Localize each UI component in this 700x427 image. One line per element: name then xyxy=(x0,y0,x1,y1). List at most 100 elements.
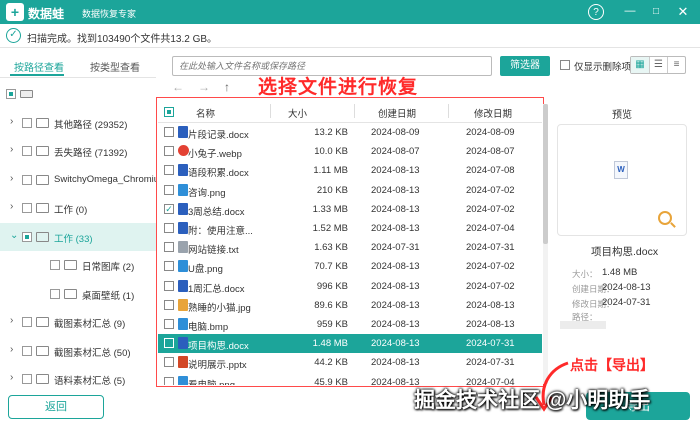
tree-checkbox[interactable] xyxy=(50,288,60,299)
file-row[interactable]: 电脑.bmp 959 KB 2024-08-13 2024-08-13 xyxy=(158,315,542,334)
file-name: 说明展示.pptx xyxy=(188,360,247,372)
chevron-down-icon[interactable]: ⌄ xyxy=(10,230,18,241)
file-row[interactable]: 1周汇总.docx 996 KB 2024-08-13 2024-07-02 xyxy=(158,277,542,296)
folder-icon xyxy=(64,260,77,270)
file-row[interactable]: 网站链接.txt 1.63 KB 2024-07-31 2024-07-31 xyxy=(158,238,542,257)
up-arrow-icon[interactable]: ↑ xyxy=(224,80,230,94)
detail-view-icon[interactable]: ≡ xyxy=(667,57,685,73)
file-row[interactable]: 项目构思.docx 1.48 MB 2024-08-13 2024-07-31 xyxy=(158,334,542,354)
zoom-icon[interactable] xyxy=(658,211,672,225)
file-name: 片段记录.docx xyxy=(188,130,249,141)
tree-item[interactable]: › 截图素材汇总 (50) xyxy=(0,337,156,365)
file-row[interactable]: 咨询.png 210 KB 2024-08-13 2024-07-02 xyxy=(158,181,542,200)
tree-item[interactable]: 桌面壁纸 (1) xyxy=(0,280,156,308)
tree-checkbox[interactable] xyxy=(22,345,32,356)
tree-item[interactable]: › 工作 (0) xyxy=(0,194,156,222)
tree-checkbox[interactable] xyxy=(22,174,32,185)
file-created-date: 2024-08-13 xyxy=(371,357,420,369)
file-modified-date: 2024-07-08 xyxy=(466,165,515,177)
file-row[interactable]: 语段积累.docx 1.11 MB 2024-08-13 2024-07-08 xyxy=(158,161,542,180)
tree-item-label: 其他路径 (29352) xyxy=(54,119,128,131)
select-all-checkbox[interactable] xyxy=(164,107,174,117)
filter-button[interactable]: 筛选器 xyxy=(500,56,550,76)
column-created[interactable]: 创建日期 xyxy=(378,106,416,120)
tree-item[interactable]: › 其他路径 (29352) xyxy=(0,109,156,137)
close-icon[interactable]: ✕ xyxy=(675,4,691,20)
tree-checkbox[interactable] xyxy=(22,203,32,213)
file-name: 附：使用注意... xyxy=(188,226,253,237)
file-name: 咨询.png xyxy=(188,187,226,199)
chevron-right-icon[interactable]: › xyxy=(10,144,13,155)
file-checkbox[interactable] xyxy=(164,376,174,385)
column-modified[interactable]: 修改日期 xyxy=(474,106,512,120)
grid-view-icon[interactable]: ▦ xyxy=(631,57,649,73)
tree-item-label: 工作 (0) xyxy=(54,205,88,216)
file-row[interactable]: U盘.png 70.7 KB 2024-08-13 2024-07-02 xyxy=(158,257,542,276)
file-checkbox[interactable] xyxy=(164,338,174,349)
tab-type-view[interactable]: 按类型查看 xyxy=(90,59,140,74)
file-checkbox[interactable]: ✓ xyxy=(164,203,174,214)
tree-item[interactable]: ⌄ 工作 (33) xyxy=(0,222,156,251)
tree-checkbox[interactable] xyxy=(22,374,32,384)
tree-checkbox[interactable] xyxy=(22,317,32,327)
file-checkbox[interactable] xyxy=(164,223,174,233)
tree-checkbox[interactable] xyxy=(50,260,60,270)
back-arrow-icon[interactable]: ← xyxy=(172,80,184,94)
chevron-right-icon[interactable]: › xyxy=(10,372,13,383)
file-row[interactable]: 附：使用注意... 1.52 MB 2024-08-13 2024-07-04 xyxy=(158,219,542,238)
file-created-date: 2024-08-13 xyxy=(371,280,420,292)
file-checkbox[interactable] xyxy=(164,146,174,157)
tree-checkbox[interactable] xyxy=(22,117,32,128)
show-deleted-checkbox[interactable] xyxy=(560,60,570,70)
chevron-right-icon[interactable]: › xyxy=(10,173,13,184)
tree-item[interactable]: 日常图库 (2) xyxy=(0,251,156,279)
tree-item[interactable]: › 语料素材汇总 (5) xyxy=(0,365,156,388)
back-button[interactable]: 返回 xyxy=(8,395,104,419)
maximize-icon[interactable]: □ xyxy=(648,4,664,20)
file-checkbox[interactable] xyxy=(164,184,174,195)
word-doc-icon xyxy=(178,279,188,292)
tree-item[interactable] xyxy=(0,80,156,108)
minimize-icon[interactable]: — xyxy=(622,4,638,20)
file-checkbox[interactable] xyxy=(164,261,174,272)
tree-checkbox[interactable] xyxy=(6,89,16,99)
file-size: 1.52 MB xyxy=(312,223,348,234)
active-tab-indicator xyxy=(10,74,64,76)
scrollbar-thumb[interactable] xyxy=(543,104,548,244)
chevron-right-icon[interactable]: › xyxy=(10,344,13,355)
file-checkbox[interactable] xyxy=(164,319,174,329)
chevron-right-icon[interactable]: › xyxy=(10,201,13,212)
column-size[interactable]: 大小 xyxy=(288,106,307,120)
file-row[interactable]: ✓ 3周总结.docx 1.33 MB 2024-08-13 2024-07-02 xyxy=(158,200,542,219)
file-toolbar: 筛选器 仅显示删除项 ▦ ☰ ≡ xyxy=(160,52,700,80)
file-modified-date: 2024-08-13 xyxy=(466,299,515,311)
file-row[interactable]: 小兔子.webp 10.0 KB 2024-08-07 2024-08-07 xyxy=(158,142,542,161)
chevron-right-icon[interactable]: › xyxy=(10,315,13,326)
chevron-right-icon[interactable]: › xyxy=(10,116,13,127)
forward-arrow-icon[interactable]: → xyxy=(198,80,210,94)
file-checkbox[interactable] xyxy=(164,280,174,291)
tree-item[interactable]: › 丢失路径 (71392) xyxy=(0,137,156,165)
file-created-date: 2024-08-13 xyxy=(371,165,420,177)
file-row[interactable]: 熟睡的小猫.jpg 89.6 KB 2024-08-13 2024-08-13 xyxy=(158,296,542,315)
file-checkbox[interactable] xyxy=(164,242,174,253)
jpg-file-icon xyxy=(178,298,188,311)
file-checkbox[interactable] xyxy=(164,299,174,310)
file-checkbox[interactable] xyxy=(164,165,174,176)
preview-modified-value: 2024-07-31 xyxy=(602,297,651,308)
file-checkbox[interactable] xyxy=(164,357,174,368)
tree-checkbox[interactable] xyxy=(22,231,32,242)
tree-item[interactable]: › SwitchyOmega_Chromium xyxy=(0,166,156,194)
column-name[interactable]: 名称 xyxy=(196,106,215,120)
file-list-scrollbar[interactable] xyxy=(543,104,548,384)
file-row[interactable]: 说明展示.pptx 44.2 KB 2024-08-13 2024-07-31 xyxy=(158,353,542,372)
list-view-icon[interactable]: ☰ xyxy=(649,57,667,73)
file-row[interactable]: 片段记录.docx 13.2 KB 2024-08-09 2024-08-09 xyxy=(158,123,542,142)
text-file-icon xyxy=(178,241,188,254)
tree-checkbox[interactable] xyxy=(22,146,32,156)
tree-item[interactable]: › 截图素材汇总 (9) xyxy=(0,308,156,336)
tab-path-view[interactable]: 按路径查看 xyxy=(14,59,64,74)
file-list-header: 名称 大小 创建日期 修改日期 xyxy=(158,101,542,123)
help-icon[interactable]: ? xyxy=(588,4,604,20)
file-checkbox[interactable] xyxy=(164,127,174,137)
